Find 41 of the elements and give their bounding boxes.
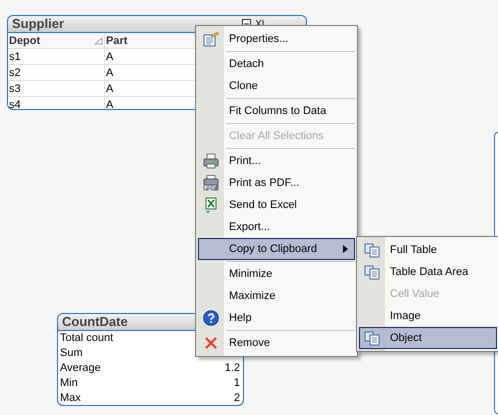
menu-item[interactable]: Export... [198,216,355,238]
menu-item[interactable]: Send to Excel [198,194,355,216]
table-cell: s3 [8,80,104,96]
stat-label: Min [60,376,78,391]
stat-value: 1.2 [224,361,240,376]
menu-item[interactable]: Image [359,305,497,327]
column-header[interactable]: Depot [8,33,104,48]
submenu-arrow-icon [343,245,348,253]
stat-value: 2 [234,391,240,405]
pdf-printer-icon [203,175,219,191]
table-title: Supplier [11,16,64,31]
stat-label: Max [60,391,81,405]
table-cell: s1 [8,48,104,64]
stat-label: Sum [60,346,83,361]
menu-item[interactable]: Print as PDF... [198,172,355,194]
help-icon [203,310,219,326]
menu-item[interactable]: Maximize [198,285,355,307]
close-icon [203,335,219,351]
stat-value: 1 [234,376,240,391]
menu-item[interactable]: Print... [198,150,355,172]
menu-item[interactable]: Help [198,307,355,329]
menu-item[interactable]: Table Data Area [359,261,497,283]
menu-item[interactable]: Minimize [198,263,355,285]
menu-item[interactable]: Full Table [359,239,497,261]
table-cell: s4 [8,96,104,109]
menu-item[interactable]: Properties... [198,28,355,50]
copy-icon [364,264,380,280]
menu-item[interactable]: Remove [198,332,355,354]
stat-label: Total count [60,331,114,346]
properties-icon [203,31,219,47]
table-cell: s2 [8,64,104,80]
copy-icon [364,242,380,258]
copy-icon [364,330,380,346]
menu-item[interactable]: Copy to Clipboard [198,238,355,260]
sort-icon [94,36,103,44]
printer-icon [203,153,219,169]
spreadsheet-icon [203,197,219,213]
stat-label: Average [60,361,101,376]
menu-item[interactable]: Fit Columns to Data [198,100,355,122]
menu-item[interactable]: Object [359,327,497,349]
table-title: CountDate [61,314,128,329]
